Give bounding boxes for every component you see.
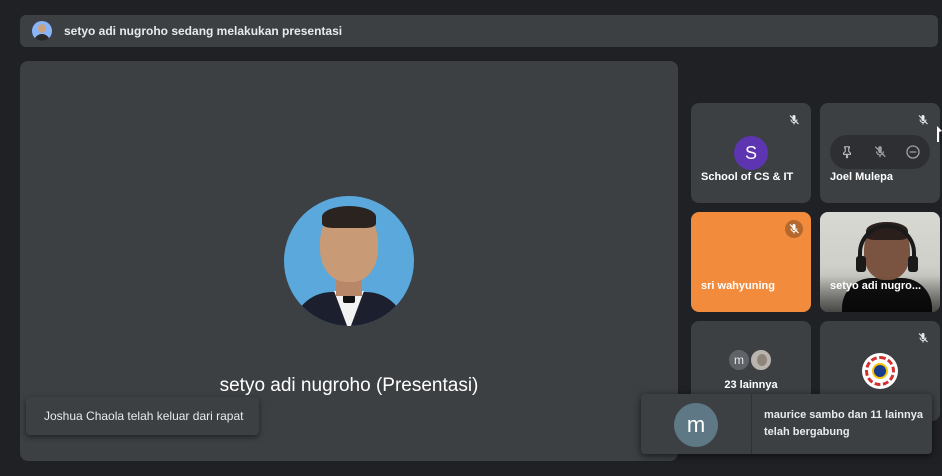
- join-notification-text: maurice sambo dan 11 lainnya telah berga…: [764, 409, 923, 438]
- participant-name: Joel Mulepa: [830, 171, 893, 183]
- join-notification-toast: m maurice sambo dan 11 lainnya telah ber…: [641, 394, 932, 454]
- pin-icon[interactable]: [837, 142, 857, 162]
- participant-tile-school-of-cs-it[interactable]: S School of CS & IT: [691, 103, 811, 203]
- presenter-avatar: [284, 196, 414, 326]
- joiner-initial-avatar: m: [674, 403, 718, 447]
- participant-photo-avatar: [750, 349, 772, 371]
- participant-name: setyo adi nugro...: [830, 280, 922, 292]
- tile-hover-controls: [830, 135, 930, 169]
- left-notification-toast: Joshua Chaola telah keluar dari rapat: [26, 397, 259, 435]
- participant-video: [820, 212, 940, 312]
- remove-icon[interactable]: [903, 142, 923, 162]
- participant-tile-sri-wahyuning[interactable]: sri wahyuning: [691, 212, 811, 312]
- user-photo-avatar-icon: [32, 21, 52, 41]
- participant-tile-joel-mulepa[interactable]: Joel Mulepa: [820, 103, 940, 203]
- mic-off-icon: [914, 329, 932, 347]
- presenting-banner: setyo adi nugroho sedang melakukan prese…: [20, 15, 938, 47]
- mouse-cursor-icon: [937, 126, 942, 142]
- left-notification-text: Joshua Chaola telah keluar dari rapat: [44, 409, 244, 423]
- mic-off-icon: [785, 111, 803, 129]
- organization-logo-icon: [862, 353, 898, 389]
- stacked-avatars: m: [728, 349, 778, 373]
- participant-initial-avatar: S: [734, 136, 768, 170]
- meeting-screen: setyo adi nugroho sedang melakukan prese…: [0, 0, 942, 476]
- participant-initial-avatar: m: [728, 349, 750, 371]
- mute-participant-icon[interactable]: [870, 142, 890, 162]
- presenter-name: setyo adi nugroho (Presentasi): [219, 375, 479, 396]
- participant-tile-setyo-video[interactable]: setyo adi nugro...: [820, 212, 940, 312]
- others-count-label: 23 lainnya: [724, 379, 778, 391]
- mic-off-icon: [914, 111, 932, 129]
- participant-name: School of CS & IT: [701, 171, 794, 183]
- mic-off-icon: [785, 220, 803, 238]
- toast-divider: [751, 394, 752, 454]
- participant-name: sri wahyuning: [701, 280, 775, 292]
- presenting-banner-text: setyo adi nugroho sedang melakukan prese…: [64, 24, 343, 38]
